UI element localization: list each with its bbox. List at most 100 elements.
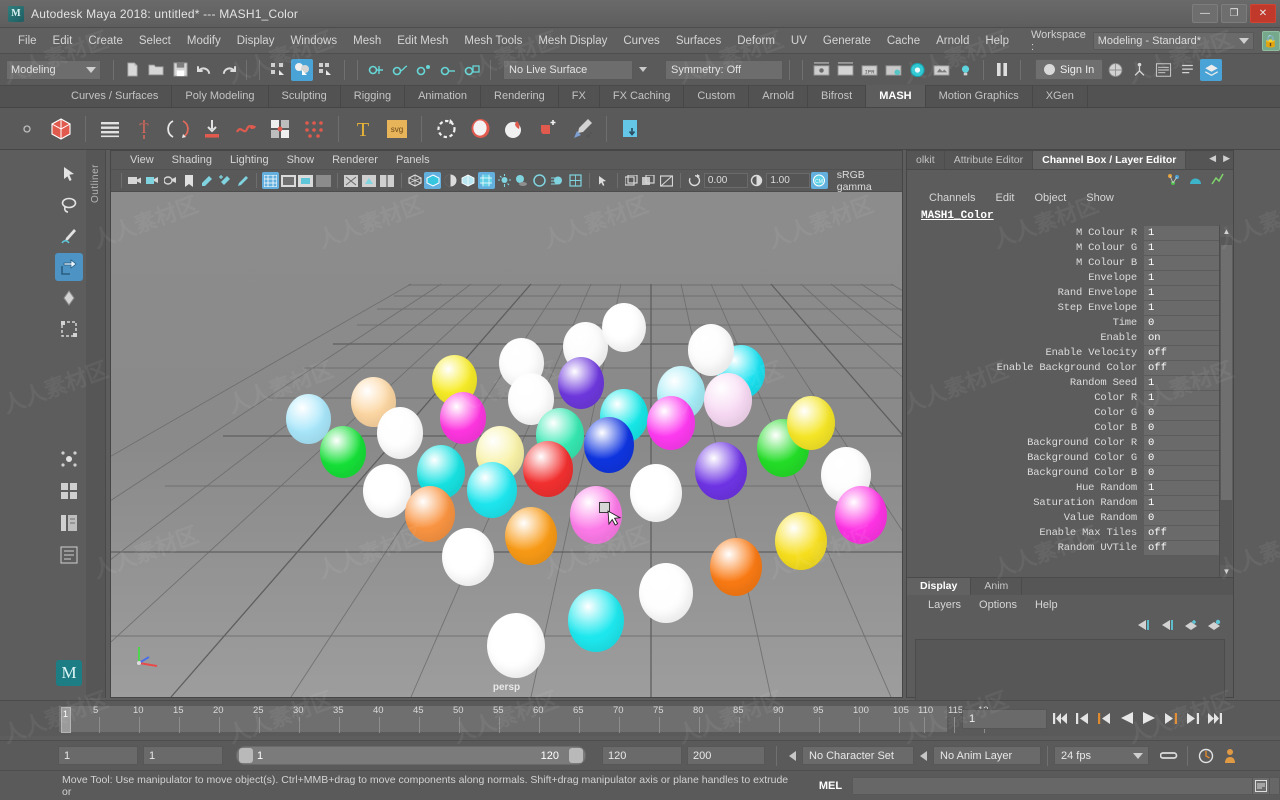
hypershade-icon[interactable] bbox=[906, 59, 928, 81]
range-end-handle[interactable] bbox=[569, 748, 583, 763]
loop-icon[interactable] bbox=[1158, 745, 1180, 767]
smooth-shade-icon[interactable] bbox=[424, 172, 442, 189]
paint-select-tool-icon[interactable] bbox=[55, 222, 83, 250]
channel-value[interactable]: 1 bbox=[1144, 300, 1219, 315]
scroll-down-icon[interactable]: ▼ bbox=[1220, 565, 1233, 577]
image-plane-icon[interactable] bbox=[198, 172, 215, 189]
channel-value[interactable]: 1 bbox=[1144, 495, 1219, 510]
mash-sphere[interactable] bbox=[505, 507, 557, 566]
tab-attribute-editor[interactable]: Attribute Editor bbox=[945, 151, 1034, 169]
mash-sphere[interactable] bbox=[695, 442, 747, 501]
shelf-tab-animation[interactable]: Animation bbox=[405, 85, 482, 107]
tab-toolkit[interactable]: olkit bbox=[907, 151, 945, 169]
channel-value[interactable]: off bbox=[1144, 525, 1219, 540]
shelf-tab-poly-modeling[interactable]: Poly Modeling bbox=[172, 85, 269, 107]
menu-uv[interactable]: UV bbox=[783, 32, 815, 50]
layer-tab-display[interactable]: Display bbox=[907, 578, 972, 595]
mash-paint-icon[interactable] bbox=[567, 113, 597, 145]
fps-selector[interactable]: 24 fps bbox=[1054, 746, 1149, 765]
menu-edit[interactable]: Edit bbox=[45, 32, 81, 50]
motion-blur-icon[interactable] bbox=[549, 172, 566, 189]
menu-mesh-display[interactable]: Mesh Display bbox=[530, 32, 615, 50]
channel-value[interactable]: 1 bbox=[1144, 285, 1219, 300]
playback-end-field[interactable]: 120 bbox=[602, 746, 682, 765]
channel-value[interactable]: 1 bbox=[1144, 480, 1219, 495]
wireframe-icon[interactable] bbox=[407, 172, 424, 189]
mash-cache-icon[interactable] bbox=[616, 113, 646, 145]
layer-current-icon[interactable] bbox=[1160, 619, 1175, 631]
render-settings-icon[interactable] bbox=[882, 59, 904, 81]
range-slider[interactable]: 1 120 bbox=[236, 746, 586, 765]
mash-trails-icon[interactable] bbox=[231, 113, 261, 145]
range-start-handle[interactable] bbox=[239, 748, 253, 763]
mash-sphere[interactable] bbox=[639, 563, 693, 624]
menu-set-selector[interactable]: Modeling bbox=[6, 59, 101, 80]
mash-points-icon[interactable] bbox=[299, 113, 329, 145]
channel-value[interactable]: off bbox=[1144, 540, 1219, 555]
camera-attributes-icon[interactable] bbox=[127, 172, 144, 189]
channel-row[interactable]: M Colour G 1 bbox=[907, 240, 1219, 255]
mash-sphere[interactable] bbox=[775, 512, 827, 571]
snap-to-projected-center-icon[interactable] bbox=[437, 59, 459, 81]
mash-sphere[interactable] bbox=[688, 324, 734, 376]
attribute-icon[interactable] bbox=[1189, 173, 1202, 186]
menu-curves[interactable]: Curves bbox=[615, 32, 667, 50]
sign-in-button[interactable]: Sign In bbox=[1035, 59, 1104, 80]
channel-row[interactable]: Saturation Random 1 bbox=[907, 495, 1219, 510]
graph-editor-icon[interactable] bbox=[1211, 173, 1224, 186]
menu-mesh[interactable]: Mesh bbox=[345, 32, 389, 50]
menu-display[interactable]: Display bbox=[229, 32, 283, 50]
menu-edit-mesh[interactable]: Edit Mesh bbox=[389, 32, 456, 50]
layout-outliner-icon[interactable] bbox=[55, 509, 83, 537]
channel-value[interactable]: 0 bbox=[1144, 405, 1219, 420]
viewport-3d[interactable]: persp bbox=[111, 192, 902, 697]
redo-icon[interactable] bbox=[217, 59, 239, 81]
shelf-tab-mash[interactable]: MASH bbox=[866, 85, 926, 107]
close-button[interactable]: ✕ bbox=[1250, 4, 1276, 23]
xray-toggle-icon[interactable] bbox=[623, 172, 640, 189]
mash-sphere[interactable] bbox=[467, 462, 517, 518]
mash-sphere[interactable] bbox=[630, 464, 682, 523]
render-view-icon[interactable] bbox=[930, 59, 952, 81]
channel-row[interactable]: Color G 0 bbox=[907, 405, 1219, 420]
xray-joints-toggle-icon[interactable] bbox=[640, 172, 657, 189]
scroll-left-icon[interactable]: ◀ bbox=[1209, 153, 1216, 164]
open-channel-box-icon[interactable] bbox=[1200, 58, 1223, 81]
mash-dynamics-icon[interactable] bbox=[431, 113, 461, 145]
playback-start-field[interactable]: 1 bbox=[143, 746, 223, 765]
viewport-menu-shading[interactable]: Shading bbox=[163, 152, 221, 168]
shelf-tab-rigging[interactable]: Rigging bbox=[341, 85, 406, 107]
menu-modify[interactable]: Modify bbox=[179, 32, 229, 50]
gamma-icon[interactable] bbox=[749, 172, 766, 189]
channel-value[interactable]: 1 bbox=[1144, 225, 1219, 240]
character-set-caret-icon[interactable] bbox=[789, 750, 796, 761]
menu-select[interactable]: Select bbox=[131, 32, 179, 50]
current-frame-field[interactable]: 1 bbox=[962, 709, 1047, 729]
mash-placer-icon[interactable] bbox=[197, 113, 227, 145]
channel-row[interactable]: Hue Random 1 bbox=[907, 480, 1219, 495]
add-keys-icon[interactable] bbox=[216, 172, 233, 189]
menu-file[interactable]: File bbox=[10, 32, 45, 50]
lock-icon[interactable]: 🔒 bbox=[1261, 30, 1280, 51]
light-editor-icon[interactable] bbox=[954, 59, 976, 81]
menu-generate[interactable]: Generate bbox=[815, 32, 879, 50]
channel-value[interactable]: 1 bbox=[1144, 270, 1219, 285]
textured-icon[interactable] bbox=[477, 172, 495, 189]
scale-tool-icon[interactable] bbox=[55, 315, 83, 343]
channel-row[interactable]: Enable Background Color off bbox=[907, 360, 1219, 375]
open-scene-icon[interactable] bbox=[145, 59, 167, 81]
layout-four-icon[interactable] bbox=[55, 445, 83, 473]
maximize-button[interactable]: ❐ bbox=[1221, 4, 1247, 23]
anim-layer-selector[interactable]: No Anim Layer bbox=[933, 746, 1041, 765]
step-forward-key-icon[interactable] bbox=[1184, 709, 1201, 727]
current-time-marker[interactable]: 1 bbox=[61, 707, 71, 733]
channel-row[interactable]: Random UVTile off bbox=[907, 540, 1219, 555]
two-panes-stacked-icon[interactable] bbox=[163, 172, 180, 189]
open-tool-settings-icon[interactable] bbox=[1176, 59, 1198, 81]
channel-value[interactable]: off bbox=[1144, 360, 1219, 375]
mash-sphere[interactable] bbox=[442, 528, 494, 587]
menu-deform[interactable]: Deform bbox=[729, 32, 783, 50]
gate-mask-icon[interactable] bbox=[315, 172, 332, 189]
channel-row[interactable]: Random Seed 1 bbox=[907, 375, 1219, 390]
step-back-key-icon[interactable] bbox=[1074, 709, 1091, 727]
